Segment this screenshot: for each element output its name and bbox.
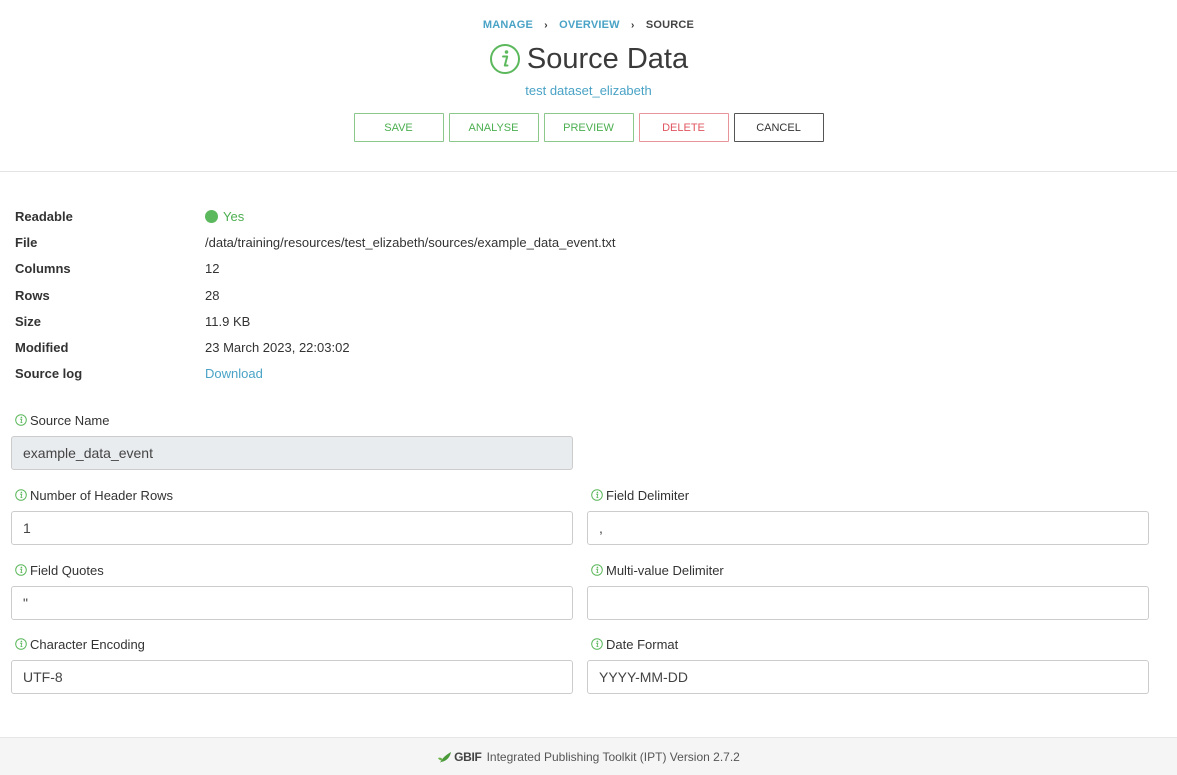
footer-version-text: Integrated Publishing Toolkit (IPT) Vers…	[486, 749, 740, 764]
info-icon	[489, 43, 521, 75]
info-label: Modified	[15, 340, 69, 356]
gbif-logo[interactable]: GBIF	[437, 749, 482, 765]
info-row-source-log: Source log Download	[15, 361, 915, 387]
rows-count: 28	[205, 287, 220, 303]
info-label: Size	[15, 313, 42, 329]
field-label: Source Name	[11, 411, 573, 429]
source-name-label: Source Name	[30, 412, 110, 428]
readable-status: Yes	[223, 208, 245, 224]
field-delimiter-label: Field Delimiter	[606, 487, 690, 503]
date-format-field: Date Format	[587, 635, 1149, 694]
field-label: Field Quotes	[11, 561, 573, 579]
info-value: Yes	[205, 209, 244, 224]
multi-value-delimiter-field: Multi-value Delimiter	[587, 561, 1149, 620]
page-subtitle: test dataset_elizabeth	[0, 83, 1177, 98]
breadcrumb: MANAGE › OVERVIEW › SOURCE	[0, 19, 1177, 31]
header-divider	[0, 171, 1177, 172]
info-label: Columns	[15, 261, 71, 277]
date-format-input[interactable]	[587, 660, 1149, 694]
character-encoding-label: Character Encoding	[30, 636, 145, 652]
action-bar: SAVE ANALYSE PREVIEW DELETE CANCEL	[0, 113, 1177, 142]
field-label: Field Delimiter	[587, 486, 1149, 504]
info-row-size: Size 11.9 KB	[15, 308, 915, 334]
character-encoding-input[interactable]	[11, 660, 573, 694]
file-size: 11.9 KB	[205, 313, 251, 329]
info-label: Source log	[15, 366, 83, 382]
info-icon[interactable]	[15, 564, 27, 576]
info-value: Download	[205, 366, 263, 381]
source-info-table: Readable Yes File /data/training/resourc…	[15, 203, 915, 387]
save-button[interactable]: SAVE	[353, 113, 444, 142]
analyse-button[interactable]: ANALYSE	[448, 113, 539, 142]
info-icon[interactable]	[591, 564, 603, 576]
info-icon[interactable]	[591, 638, 603, 650]
info-row-columns: Columns 12	[15, 256, 915, 282]
info-row-rows: Rows 28	[15, 282, 915, 308]
info-label: Readable	[15, 208, 73, 224]
header-rows-field: Number of Header Rows	[11, 486, 573, 545]
multi-value-delimiter-label: Multi-value Delimiter	[606, 562, 724, 578]
header-rows-label: Number of Header Rows	[30, 487, 174, 503]
breadcrumb-separator: ›	[631, 20, 635, 31]
field-label: Date Format	[587, 635, 1149, 653]
info-row-modified: Modified 23 March 2023, 22:03:02	[15, 334, 915, 360]
info-icon[interactable]	[591, 489, 603, 501]
breadcrumb-current: SOURCE	[645, 19, 695, 31]
source-name-field: Source Name	[11, 411, 573, 470]
file-path: /data/training/resources/test_elizabeth/…	[205, 234, 616, 250]
delete-button[interactable]: DELETE	[638, 113, 729, 142]
preview-button[interactable]: PREVIEW	[543, 113, 634, 142]
download-log-link[interactable]: Download	[205, 366, 263, 381]
modified-date: 23 March 2023, 22:03:02	[205, 340, 350, 356]
field-quotes-input[interactable]	[11, 586, 573, 620]
multi-value-delimiter-input[interactable]	[587, 586, 1149, 620]
dataset-link[interactable]: test dataset_elizabeth	[525, 83, 651, 98]
info-icon[interactable]	[15, 489, 27, 501]
info-icon[interactable]	[15, 638, 27, 650]
field-label: Number of Header Rows	[11, 486, 573, 504]
field-label: Character Encoding	[11, 635, 573, 653]
page-title: Source Data	[526, 43, 689, 75]
field-delimiter-input[interactable]	[587, 511, 1149, 545]
info-row-readable: Readable Yes	[15, 203, 915, 229]
info-label: File	[15, 234, 38, 250]
field-quotes-label: Field Quotes	[30, 562, 104, 578]
breadcrumb-manage[interactable]: MANAGE	[483, 19, 533, 31]
info-row-file: File /data/training/resources/test_eliza…	[15, 229, 915, 255]
date-format-label: Date Format	[606, 636, 679, 652]
status-dot-icon	[205, 209, 218, 223]
field-delimiter-field: Field Delimiter	[587, 486, 1149, 545]
columns-count: 12	[205, 261, 220, 277]
footer: GBIF Integrated Publishing Toolkit (IPT)…	[0, 737, 1177, 775]
source-name-input[interactable]	[11, 436, 573, 470]
cancel-button[interactable]: CANCEL	[733, 113, 824, 142]
field-label: Multi-value Delimiter	[587, 561, 1149, 579]
field-quotes-field: Field Quotes	[11, 561, 573, 620]
info-icon[interactable]	[15, 414, 27, 426]
gbif-leaf-icon	[438, 751, 452, 763]
character-encoding-field: Character Encoding	[11, 635, 573, 694]
info-label: Rows	[15, 287, 50, 303]
gbif-logo-text: GBIF	[454, 749, 482, 764]
header-rows-input[interactable]	[11, 511, 573, 545]
page-header: Source Data	[0, 40, 1177, 78]
breadcrumb-overview[interactable]: OVERVIEW	[559, 19, 620, 31]
breadcrumb-separator: ›	[544, 20, 548, 31]
